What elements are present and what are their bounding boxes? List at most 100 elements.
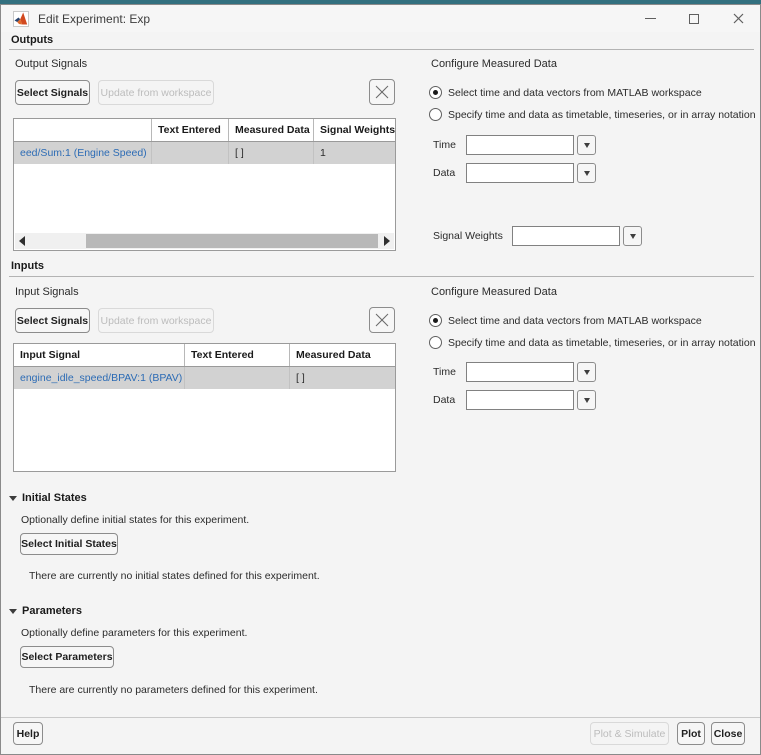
- input-signal-cell[interactable]: engine_idle_speed/BPAV:1 (BPAV): [14, 367, 185, 389]
- output-table-header-signal: [14, 119, 152, 141]
- edit-experiment-dialog: Edit Experiment: Exp Outputs Output Sign…: [0, 4, 761, 755]
- inputs-configure-title: Configure Measured Data: [431, 286, 557, 298]
- output-delete-signal-button[interactable]: [369, 79, 395, 105]
- plot-button[interactable]: Plot: [677, 722, 705, 745]
- scroll-left-icon[interactable]: [19, 236, 25, 246]
- output-measured-data-cell[interactable]: [ ]: [229, 142, 314, 164]
- inputs-divider: [9, 276, 754, 277]
- output-table-header-row: Text Entered Measured Data Signal Weight…: [14, 119, 395, 142]
- output-table-hscrollbar[interactable]: [15, 233, 394, 249]
- chevron-down-icon: [583, 369, 590, 375]
- inputs-radio-workspace[interactable]: Select time and data vectors from MATLAB…: [429, 314, 702, 327]
- outputs-data-combobox[interactable]: [466, 163, 574, 183]
- scroll-thumb[interactable]: [86, 234, 378, 248]
- chevron-down-icon: [583, 170, 590, 176]
- outputs-radio-workspace-label: Select time and data vectors from MATLAB…: [448, 86, 702, 99]
- inputs-radio-array-label: Specify time and data as timetable, time…: [448, 336, 756, 349]
- initial-states-heading: Initial States: [22, 492, 87, 504]
- chevron-down-icon: [583, 397, 590, 403]
- output-table-header-measured-data: Measured Data: [229, 119, 314, 141]
- input-table-header-signal: Input Signal: [14, 344, 185, 366]
- output-signals-label: Output Signals: [15, 58, 88, 70]
- output-table-header-text-entered: Text Entered: [152, 119, 229, 141]
- input-table-header-measured-data: Measured Data: [296, 349, 371, 361]
- maximize-button[interactable]: [672, 5, 716, 32]
- parameters-collapse-header[interactable]: Parameters: [9, 605, 82, 617]
- input-table-row[interactable]: engine_idle_speed/BPAV:1 (BPAV) [ ]: [14, 367, 395, 389]
- parameters-description: Optionally define parameters for this ex…: [21, 627, 248, 639]
- output-signal-weights-cell[interactable]: 1: [314, 142, 395, 164]
- initial-states-empty-message: There are currently no initial states de…: [29, 570, 320, 582]
- output-table-row[interactable]: eed/Sum:1 (Engine Speed) [ ] 1: [14, 142, 395, 164]
- outputs-time-combobox[interactable]: [466, 135, 574, 155]
- output-signal-cell[interactable]: eed/Sum:1 (Engine Speed): [14, 142, 152, 164]
- parameters-empty-message: There are currently no parameters define…: [29, 684, 318, 696]
- inputs-radio-workspace-label: Select time and data vectors from MATLAB…: [448, 314, 702, 327]
- output-text-entered-cell[interactable]: [152, 142, 229, 164]
- outputs-radio-workspace[interactable]: Select time and data vectors from MATLAB…: [429, 86, 702, 99]
- maximize-icon: [689, 13, 699, 24]
- titlebar: Edit Experiment: Exp: [1, 5, 760, 32]
- inputs-section-heading: Inputs: [11, 260, 44, 272]
- outputs-signal-weights-label: Signal Weights: [433, 230, 503, 242]
- help-button[interactable]: Help: [13, 722, 43, 745]
- close-icon: [733, 13, 743, 24]
- close-dialog-button[interactable]: Close: [711, 722, 745, 745]
- select-parameters-button[interactable]: Select Parameters: [20, 646, 114, 668]
- output-update-from-workspace-button[interactable]: Update from workspace: [98, 80, 214, 105]
- input-table-header-row: Input Signal Text Entered Measured Data: [14, 344, 395, 367]
- outputs-configure-title: Configure Measured Data: [431, 58, 557, 70]
- outputs-time-label: Time: [433, 139, 456, 151]
- select-initial-states-button[interactable]: Select Initial States: [20, 533, 118, 555]
- initial-states-collapse-header[interactable]: Initial States: [9, 492, 87, 504]
- delete-x-icon: [375, 85, 389, 99]
- output-table-header-signal-weights: Signal Weights: [320, 124, 395, 136]
- input-delete-signal-button[interactable]: [369, 307, 395, 333]
- outputs-section-heading: Outputs: [11, 34, 54, 46]
- minimize-button[interactable]: [628, 5, 672, 32]
- input-measured-data-cell[interactable]: [ ]: [290, 367, 395, 389]
- inputs-time-label: Time: [433, 366, 456, 378]
- outputs-divider: [9, 49, 754, 50]
- input-select-signals-button[interactable]: Select Signals: [15, 308, 90, 333]
- input-signals-label: Input Signals: [15, 286, 79, 298]
- radio-selected-icon: [429, 314, 442, 327]
- window-title: Edit Experiment: Exp: [38, 11, 151, 26]
- input-update-from-workspace-button[interactable]: Update from workspace: [98, 308, 214, 333]
- close-button[interactable]: [716, 5, 760, 32]
- outputs-signal-weights-combobox[interactable]: [512, 226, 620, 246]
- output-signals-table: Text Entered Measured Data Signal Weight…: [13, 118, 396, 251]
- input-signals-table: Input Signal Text Entered Measured Data …: [13, 343, 396, 472]
- outputs-data-dropdown-button[interactable]: [577, 163, 596, 183]
- footer-divider: [1, 717, 760, 718]
- inputs-radio-array[interactable]: Specify time and data as timetable, time…: [429, 336, 756, 349]
- radio-selected-icon: [429, 86, 442, 99]
- output-select-signals-button[interactable]: Select Signals: [15, 80, 90, 105]
- matlab-icon: [13, 10, 29, 27]
- outputs-radio-array[interactable]: Specify time and data as timetable, time…: [429, 108, 756, 121]
- inputs-data-dropdown-button[interactable]: [577, 390, 596, 410]
- minimize-icon: [644, 18, 656, 19]
- inputs-time-combobox[interactable]: [466, 362, 574, 382]
- plot-and-simulate-button[interactable]: Plot & Simulate: [590, 722, 669, 745]
- outputs-signal-weights-dropdown-button[interactable]: [623, 226, 642, 246]
- collapse-arrow-icon: [9, 608, 17, 614]
- input-text-entered-cell[interactable]: [185, 367, 290, 389]
- chevron-down-icon: [629, 233, 636, 239]
- parameters-heading: Parameters: [22, 605, 82, 617]
- initial-states-description: Optionally define initial states for thi…: [21, 514, 250, 526]
- inputs-data-label: Data: [433, 394, 456, 406]
- inputs-data-combobox[interactable]: [466, 390, 574, 410]
- outputs-data-label: Data: [433, 167, 456, 179]
- inputs-time-dropdown-button[interactable]: [577, 362, 596, 382]
- window-controls: [628, 5, 760, 32]
- input-table-header-text-entered: Text Entered: [185, 344, 290, 366]
- outputs-time-dropdown-button[interactable]: [577, 135, 596, 155]
- radio-unselected-icon: [429, 108, 442, 121]
- radio-unselected-icon: [429, 336, 442, 349]
- outputs-radio-array-label: Specify time and data as timetable, time…: [448, 108, 756, 121]
- chevron-down-icon: [583, 142, 590, 148]
- delete-x-icon: [375, 313, 389, 327]
- collapse-arrow-icon: [9, 495, 17, 501]
- scroll-right-icon[interactable]: [384, 236, 390, 246]
